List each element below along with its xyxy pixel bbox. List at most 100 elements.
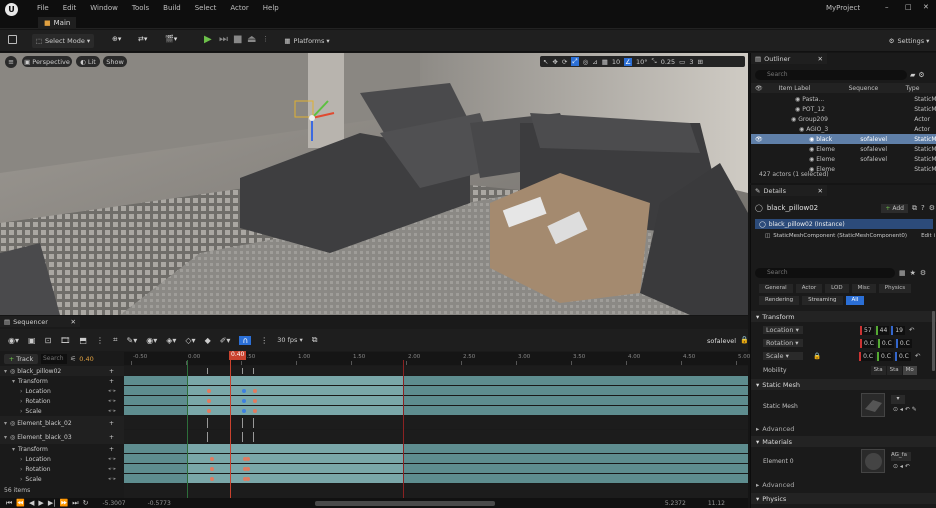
snap-options-icon[interactable]: ⋮ xyxy=(260,336,268,345)
scale-dropdown[interactable]: Scale ▾ xyxy=(763,352,803,360)
track-lane[interactable] xyxy=(124,396,748,406)
track-row-location[interactable]: › Location ◂◦▸ xyxy=(0,386,124,396)
menu-item-help[interactable]: Help xyxy=(256,4,286,12)
brush-icon[interactable]: ✐▾ xyxy=(220,336,231,345)
chevron-down-icon[interactable]: ▾ xyxy=(12,378,15,385)
instance-row[interactable]: ◯ black_pillow02 (Instance) xyxy=(755,219,933,229)
outliner-row[interactable]: ◉ Eleme sofalevel StaticM xyxy=(751,154,936,164)
details-settings-icon[interactable]: ⚙ xyxy=(929,204,935,212)
angle-snap-icon[interactable]: ∠ xyxy=(624,57,632,66)
transform-section[interactable]: ▾ Transform xyxy=(751,311,936,322)
view-end-time[interactable]: 11.12 xyxy=(708,500,725,507)
move-tool-icon[interactable]: ✥ xyxy=(552,58,557,66)
unreal-logo-icon[interactable]: U xyxy=(5,3,18,16)
scale-tool-icon[interactable]: ⤢ xyxy=(571,57,579,66)
track-row-location[interactable]: › Location ◂◦▸ xyxy=(0,454,124,464)
edit-in-cpp-link[interactable]: Edit i xyxy=(921,233,935,239)
property-matrix-icon[interactable]: ▦ xyxy=(899,269,906,277)
menu-item-build[interactable]: Build xyxy=(156,4,188,12)
next-key-icon[interactable]: ⏩ xyxy=(60,499,69,507)
rotation-y-field[interactable]: 0.C xyxy=(877,338,894,348)
track-row-black-pillow02[interactable]: ▾ ◎ black_pillow02 + xyxy=(0,366,124,376)
advanced-mesh-section[interactable]: ▸ Advanced xyxy=(751,423,936,434)
visibility-eye-icon[interactable]: 👁 xyxy=(755,136,765,143)
lit-button[interactable]: ◐ Lit xyxy=(76,56,100,67)
outliner-row[interactable]: ◉ Eleme sofalevel StaticM xyxy=(751,144,936,154)
menu-item-actor[interactable]: Actor xyxy=(223,4,255,12)
scale-x-field[interactable]: 0.C xyxy=(859,351,876,361)
chevron-down-icon[interactable]: ▾ xyxy=(4,420,7,427)
chevron-right-icon[interactable]: › xyxy=(20,476,22,483)
timeline-ruler[interactable]: -0.50 0.00 0.50 1.00 1.50 2.00 2.50 3.00 3.50 4.0… xyxy=(124,352,750,365)
mobility-option[interactable]: Sta xyxy=(870,365,886,375)
blueprint-icon[interactable]: ⧉ xyxy=(912,204,917,213)
location-dropdown[interactable]: Location ▾ xyxy=(763,326,803,334)
keyframe[interactable] xyxy=(246,457,250,461)
track-row-transform[interactable]: ▾ Transform + xyxy=(0,376,124,386)
jump-end-icon[interactable]: ⏭ xyxy=(72,499,78,508)
location-z-field[interactable]: 19 xyxy=(891,325,905,335)
track-search-input[interactable] xyxy=(41,353,67,364)
outliner-search-input[interactable] xyxy=(755,69,907,80)
physics-section[interactable]: ▾ Physics xyxy=(751,493,936,504)
add-component-button[interactable]: + Add xyxy=(881,203,908,213)
scale-size[interactable]: 0.25 xyxy=(661,58,675,66)
location-x-field[interactable]: 57 xyxy=(860,325,874,335)
add-key-plus-icon[interactable]: + xyxy=(109,446,114,453)
add-key-plus-icon[interactable]: + xyxy=(109,434,114,441)
outliner-tab[interactable]: ▤ Outliner ✕ xyxy=(751,53,827,64)
filter-tab-streaming[interactable]: Streaming xyxy=(802,296,843,305)
playhead-line[interactable] xyxy=(230,360,231,500)
sequencer-tab[interactable]: ▤ Sequencer ✕ xyxy=(0,316,80,327)
add-track-button[interactable]: + Track xyxy=(4,353,38,364)
rotate-tool-icon[interactable]: ⟳ xyxy=(562,58,567,66)
menu-item-edit[interactable]: Edit xyxy=(56,4,84,12)
save-icon[interactable] xyxy=(8,35,17,44)
rotation-x-field[interactable]: 0.C xyxy=(860,338,876,348)
keyframe[interactable] xyxy=(253,399,257,403)
track-row-scale[interactable]: › Scale ◂◦▸ xyxy=(0,474,124,484)
track-lane[interactable] xyxy=(124,474,748,484)
keyframe[interactable] xyxy=(210,457,214,461)
track-lane[interactable] xyxy=(124,454,748,464)
chevron-right-icon[interactable]: › xyxy=(20,456,22,463)
track-lane[interactable] xyxy=(124,376,748,386)
working-end-time[interactable]: 5.2372 xyxy=(665,500,686,507)
track-lane[interactable] xyxy=(124,386,748,396)
add-key-plus-icon[interactable]: + xyxy=(109,368,114,375)
platforms-dropdown[interactable]: ▦ Platforms ▾ xyxy=(282,34,332,48)
render-movie-icon[interactable]: 🎞 xyxy=(60,336,70,345)
grid-snap-icon[interactable]: ▦ xyxy=(602,58,608,66)
help-icon[interactable]: ? xyxy=(921,204,925,212)
playback-options-icon[interactable]: ◈▾ xyxy=(166,336,176,345)
details-options-icon[interactable]: ⚙ xyxy=(920,269,926,277)
edit-tool-icon[interactable]: ✎▾ xyxy=(127,336,138,345)
outliner-settings-icon[interactable]: ⚙ xyxy=(918,71,924,79)
lock-icon[interactable]: 🔒 xyxy=(740,336,749,344)
outliner-row[interactable]: ◉ AGIO_3 Actor xyxy=(751,124,936,134)
filter-tab-all[interactable]: All xyxy=(845,296,865,305)
keyframe[interactable] xyxy=(210,467,214,471)
outliner-row[interactable]: 👁 ◉ black sofalevel StaticM xyxy=(751,134,936,144)
timeline-scrollbar[interactable] xyxy=(314,500,495,506)
favorites-icon[interactable]: ★ xyxy=(910,269,916,277)
scale-snap-icon[interactable]: ⤡ xyxy=(651,57,656,66)
menu-item-file[interactable]: File xyxy=(30,4,56,12)
select-mode-dropdown[interactable]: ⬚ Select Mode ▾ xyxy=(32,34,94,48)
filter-tab-physics[interactable]: Physics xyxy=(878,284,912,293)
view-start-time[interactable]: -5.3007 xyxy=(102,500,125,507)
keyframe-tool-icon[interactable]: ⌗ xyxy=(113,335,118,345)
track-row-transform[interactable]: ▾ Transform + xyxy=(0,444,124,454)
material-name[interactable]: AG_fa xyxy=(891,452,911,461)
play-icon[interactable]: ▶ xyxy=(38,499,43,507)
level-viewport[interactable]: ≡ ▣ Perspective ◐ Lit Show ↖ ✥ ⟳ ⤢ ◎ ⊿ ▦… xyxy=(0,53,748,315)
col-sequence[interactable]: Sequence xyxy=(849,85,904,92)
surface-snap-icon[interactable]: ⊿ xyxy=(592,58,597,66)
perspective-button[interactable]: ▣ Perspective xyxy=(22,56,72,67)
close-tab-icon[interactable]: ✕ xyxy=(818,187,823,195)
keyframe[interactable] xyxy=(207,409,211,413)
filter-tab-lod[interactable]: LOD xyxy=(825,284,849,293)
camera-icon[interactable]: ⬒ xyxy=(79,336,87,345)
save-sequence-icon[interactable]: ▣ xyxy=(28,336,36,345)
jump-start-icon[interactable]: ⏮ xyxy=(6,499,12,508)
